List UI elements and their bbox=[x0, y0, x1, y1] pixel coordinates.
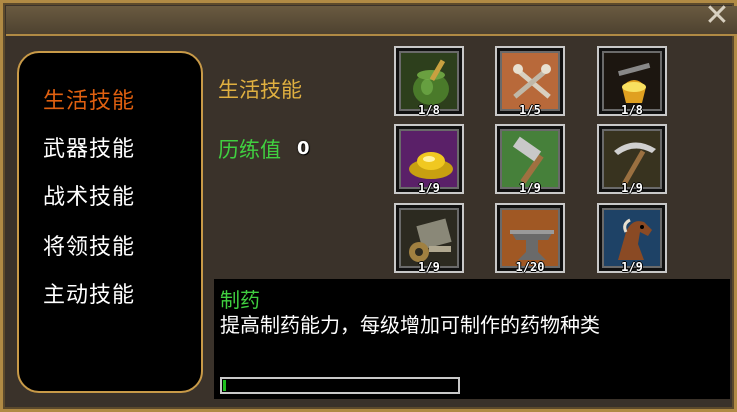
skill-level: 1/9 bbox=[418, 260, 440, 274]
close-button[interactable]: ✕ bbox=[703, 1, 731, 31]
skill-description: 提高制药能力，每级增加可制作的药物种类 bbox=[220, 313, 600, 337]
skill-slot-smelting[interactable]: 1/8 bbox=[597, 46, 667, 117]
category-general-skills[interactable]: 将领技能 bbox=[43, 229, 135, 261]
skill-slot-pickaxe[interactable]: 1/9 bbox=[597, 124, 667, 195]
category-active-skills[interactable]: 主动技能 bbox=[43, 277, 135, 309]
skill-slot-anvil[interactable]: 1/20 bbox=[495, 203, 565, 274]
skill-slot-hammer[interactable]: 1/9 bbox=[495, 124, 565, 195]
skill-slot-machinery[interactable]: 1/9 bbox=[394, 203, 464, 274]
skill-level: 1/8 bbox=[621, 103, 643, 117]
skill-slot-horse[interactable]: 1/9 bbox=[597, 203, 667, 274]
category-tactics-skills[interactable]: 战术技能 bbox=[43, 179, 135, 211]
skill-slot-tools[interactable]: 1/5 bbox=[495, 46, 565, 117]
skill-level: 1/8 bbox=[418, 103, 440, 117]
experience-value: 0 bbox=[297, 138, 310, 159]
skill-level: 1/9 bbox=[418, 181, 440, 195]
skill-level: 1/9 bbox=[621, 181, 643, 195]
category-weapon-skills[interactable]: 武器技能 bbox=[43, 131, 135, 163]
skill-progress-bar bbox=[220, 377, 460, 394]
skill-level: 1/20 bbox=[515, 260, 545, 274]
category-life-skills[interactable]: 生活技能 bbox=[43, 83, 135, 115]
skill-level: 1/9 bbox=[519, 181, 541, 195]
section-title: 生活技能 bbox=[218, 78, 302, 102]
skill-level: 1/9 bbox=[621, 260, 643, 274]
skill-level: 1/5 bbox=[519, 103, 541, 117]
progress-fill bbox=[223, 380, 226, 391]
experience-label: 历练值 bbox=[218, 138, 281, 162]
description-box: 制药 提高制药能力，每级增加可制作的药物种类 bbox=[214, 279, 730, 399]
category-panel: 生活技能 武器技能 战术技能 将领技能 主动技能 bbox=[17, 51, 203, 393]
skill-slot-gold[interactable]: 1/9 bbox=[394, 124, 464, 195]
skill-slot-medicine[interactable]: 1/8 bbox=[394, 46, 464, 117]
title-bar[interactable] bbox=[6, 6, 737, 36]
